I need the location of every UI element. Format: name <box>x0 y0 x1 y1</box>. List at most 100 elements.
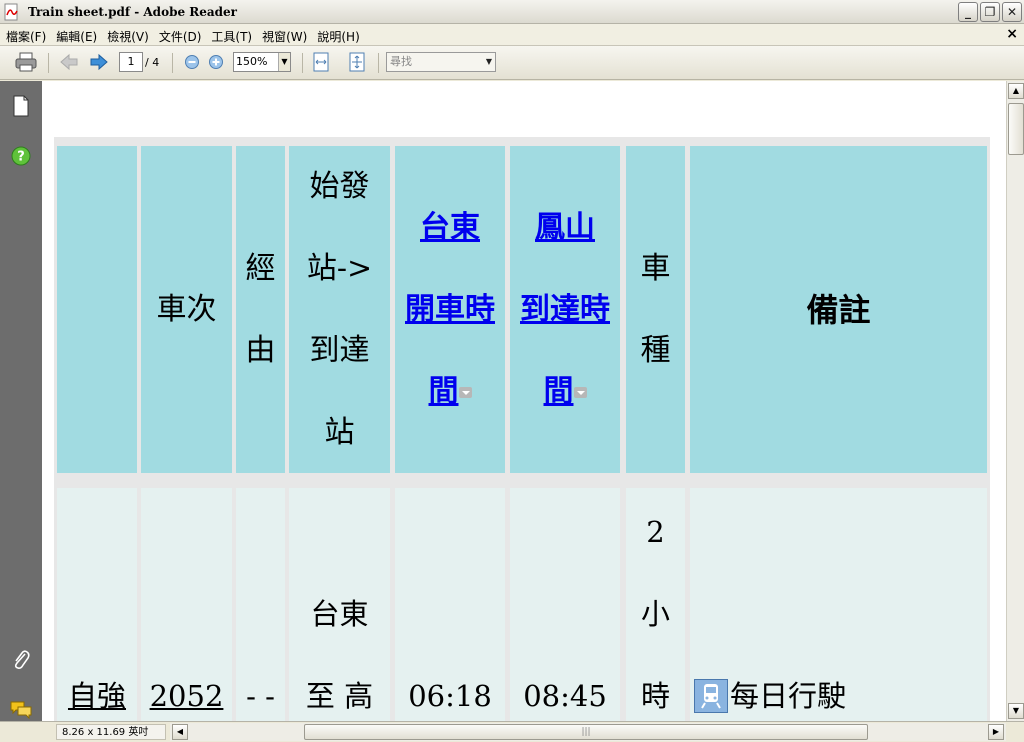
header-arrive-time: 鳳山 到達時 間 <box>510 146 620 473</box>
find-placeholder: 尋找 <box>390 55 412 68</box>
scroll-up-button[interactable]: ▲ <box>1008 83 1024 99</box>
header-arrive-link-line1[interactable]: 鳳山 <box>520 187 610 269</box>
help-icon: ? <box>11 146 31 166</box>
sort-dropdown-icon[interactable] <box>458 387 472 398</box>
header-train-number: 車次 <box>141 146 232 473</box>
previous-page-button[interactable] <box>58 51 80 73</box>
chevron-down-icon[interactable]: ▼ <box>483 53 495 71</box>
zoom-value: 150% <box>236 55 268 68</box>
header-arrive-link-line2[interactable]: 到達時 <box>520 269 610 351</box>
header-depart-time: 台東 開車時 間 <box>395 146 505 473</box>
svg-text:?: ? <box>17 150 25 165</box>
row1-arrive: 08:45 <box>510 488 620 721</box>
row1-duration-line2: 小 <box>640 597 670 631</box>
close-document-button[interactable]: × <box>1006 26 1018 42</box>
row1-train-number-link[interactable]: 2052 <box>150 655 224 721</box>
print-button[interactable] <box>12 51 40 73</box>
zoom-out-icon <box>185 55 199 69</box>
header-depart-link-line3[interactable]: 間 <box>429 374 459 409</box>
header-depart-link-line1[interactable]: 台東 <box>405 187 495 269</box>
row1-duration-line1: 2 <box>646 515 665 549</box>
row1-arrive-text: 08:45 <box>523 679 607 713</box>
train-schedule-table: 車次 經 由 始發 站-> 到達 站 台東 開車時 間 鳳山 到達時 間 車 種… <box>54 137 990 721</box>
header-route-line2: 站-> <box>306 250 373 286</box>
restore-button[interactable]: ❐ <box>980 2 1000 22</box>
title-bar: Train sheet.pdf - Adobe Reader _ ❐ ✕ <box>0 0 1024 24</box>
row1-route-line1: 台東 <box>310 597 369 631</box>
menu-view[interactable]: 檢視(V) <box>107 28 149 45</box>
arrow-left-icon <box>60 53 78 71</box>
menu-document[interactable]: 文件(D) <box>159 28 202 45</box>
menu-help[interactable]: 說明(H) <box>317 28 359 45</box>
minimize-button[interactable]: _ <box>958 2 978 22</box>
header-route-line1: 始發 <box>309 168 370 204</box>
row1-train-type-link[interactable]: 自強 <box>68 655 126 721</box>
row1-duration-line3: 時 <box>640 679 670 713</box>
row1-train-type: 自強 <box>57 488 137 721</box>
help-button[interactable]: ? <box>10 145 32 167</box>
status-bar: 8.26 x 11.69 英吋 ◀ ||| ▶ <box>0 721 1024 742</box>
zoom-in-button[interactable] <box>206 51 226 73</box>
zoom-in-icon <box>209 55 223 69</box>
find-input[interactable]: 尋找 ▼ <box>386 52 496 72</box>
header-route-line4: 站 <box>324 414 355 450</box>
window-title: Train sheet.pdf - Adobe Reader <box>28 5 238 19</box>
header-via: 經 由 <box>236 146 285 473</box>
header-via-line1: 經 <box>245 250 276 286</box>
menu-edit[interactable]: 編輯(E) <box>56 28 97 45</box>
page-size-label: 8.26 x 11.69 英吋 <box>56 724 166 740</box>
horizontal-scroll-thumb[interactable]: ||| <box>304 724 868 740</box>
train-icon <box>694 679 728 713</box>
scroll-down-button[interactable]: ▼ <box>1008 703 1024 719</box>
fit-page-button[interactable] <box>346 51 368 73</box>
pages-icon <box>13 95 29 117</box>
zoom-select[interactable]: 150% ▼ <box>233 52 291 72</box>
close-window-button[interactable]: ✕ <box>1002 2 1022 22</box>
header-class-line1: 車 <box>640 250 671 286</box>
header-route-line3: 到達 <box>309 332 370 368</box>
vertical-scroll-thumb[interactable] <box>1008 103 1024 155</box>
navigation-panel: ? <box>0 81 42 721</box>
chevron-down-icon[interactable]: ▼ <box>278 53 290 71</box>
paperclip-icon <box>14 650 30 669</box>
header-depart-link-line2[interactable]: 開車時 <box>405 269 495 351</box>
header-train-number-text: 車次 <box>156 291 217 327</box>
header-via-line2: 由 <box>245 332 276 368</box>
row1-depart-text: 06:18 <box>408 679 492 713</box>
sort-dropdown-icon[interactable] <box>573 387 587 398</box>
row1-route: 台東 至 高 <box>289 488 390 721</box>
row1-via: - - <box>236 488 285 721</box>
fit-width-icon <box>313 52 329 72</box>
arrow-right-icon <box>90 53 108 71</box>
page-total: / 4 <box>145 56 160 69</box>
header-class-line2: 種 <box>640 332 671 368</box>
scroll-right-button[interactable]: ▶ <box>988 724 1004 740</box>
document-view[interactable]: 車次 經 由 始發 站-> 到達 站 台東 開車時 間 鳳山 到達時 間 車 種… <box>42 81 1006 721</box>
header-route: 始發 站-> 到達 站 <box>289 146 390 473</box>
row1-route-line2: 至 高 <box>305 679 374 713</box>
header-arrive-link-line3[interactable]: 間 <box>544 374 574 409</box>
row1-train-number: 2052 <box>141 488 232 721</box>
menu-window[interactable]: 視窗(W) <box>262 28 307 45</box>
vertical-scrollbar[interactable]: ▲ ▼ <box>1006 81 1024 721</box>
row1-duration: 2 小 時 <box>626 488 685 721</box>
scroll-left-button[interactable]: ◀ <box>172 724 188 740</box>
horizontal-scrollbar[interactable]: ◀ ||| ▶ <box>170 723 1006 741</box>
pages-panel-button[interactable] <box>10 95 32 117</box>
fit-width-button[interactable] <box>310 51 332 73</box>
menu-tools[interactable]: 工具(T) <box>211 28 252 45</box>
row1-via-text: - - <box>246 679 275 713</box>
next-page-button[interactable] <box>88 51 110 73</box>
row1-notes: 每日行駛 <box>690 488 987 721</box>
zoom-out-button[interactable] <box>182 51 202 73</box>
fit-page-icon <box>349 52 365 72</box>
comments-button[interactable] <box>10 699 32 721</box>
page-number-input[interactable]: 1 <box>119 52 143 72</box>
header-train-class: 車 種 <box>626 146 685 473</box>
attachments-button[interactable] <box>10 649 32 671</box>
printer-icon <box>15 52 37 72</box>
pdf-app-icon <box>4 3 18 21</box>
menu-file[interactable]: 檔案(F) <box>6 28 46 45</box>
menu-bar: 檔案(F) 編輯(E) 檢視(V) 文件(D) 工具(T) 視窗(W) 說明(H… <box>0 24 1024 46</box>
header-notes: 備註 <box>690 146 987 473</box>
